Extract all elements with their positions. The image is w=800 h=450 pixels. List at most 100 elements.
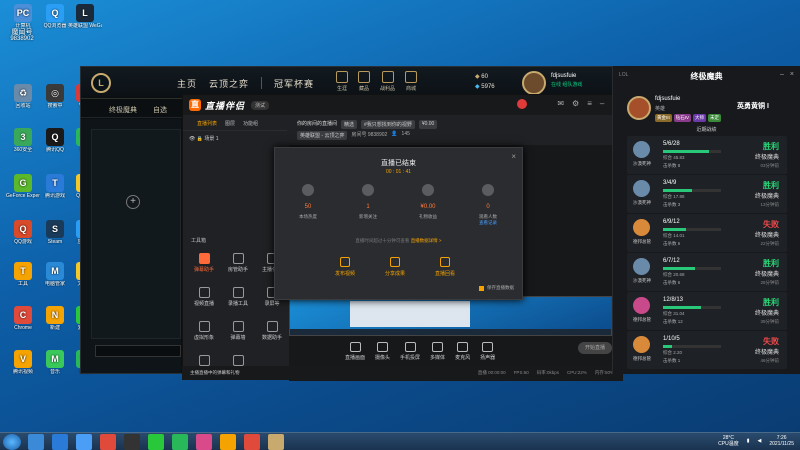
avatar[interactable] bbox=[627, 96, 651, 120]
avatar[interactable] bbox=[522, 71, 546, 95]
action-button[interactable]: 分享成果 bbox=[375, 257, 415, 277]
tool-button[interactable]: 数据助手 bbox=[255, 321, 289, 341]
menu-icon[interactable]: ≡ bbox=[587, 99, 592, 108]
tool-button[interactable]: 弹幕墙 bbox=[221, 321, 255, 341]
toolbar-button[interactable]: 摄像头 bbox=[375, 341, 390, 361]
add-member-icon[interactable]: + bbox=[126, 195, 140, 209]
desktop-icon[interactable]: T 工具 bbox=[6, 262, 40, 287]
chat-input[interactable] bbox=[95, 345, 181, 357]
app-icon: T bbox=[46, 174, 64, 192]
tab-live-list[interactable]: 直播列表 bbox=[197, 117, 217, 130]
lol-tab-custom[interactable]: 自选 bbox=[153, 105, 167, 115]
go-live-button[interactable]: 开始直播 bbox=[578, 342, 612, 354]
taskbar-app[interactable] bbox=[76, 434, 92, 450]
desktop-icon[interactable]: PC 计算机 bbox=[6, 4, 40, 29]
match-time: 03分钟前 bbox=[760, 163, 779, 168]
taskbar-app[interactable] bbox=[244, 434, 260, 450]
close-icon[interactable]: × bbox=[790, 71, 794, 78]
lol-loot-button[interactable]: 战利品 bbox=[380, 71, 395, 92]
score-bar-fill bbox=[663, 345, 672, 348]
desktop-icon[interactable]: ◎ 搜索中 bbox=[38, 84, 72, 109]
weather[interactable]: 28°C CPU温度 bbox=[718, 435, 739, 447]
kill-text: 击杀数 3 bbox=[663, 202, 681, 207]
taskbar-app[interactable] bbox=[100, 434, 116, 450]
desktop-icon[interactable]: Q QQ游戏 bbox=[6, 220, 40, 245]
tool-button[interactable]: 弹幕助手 bbox=[187, 253, 221, 273]
tag[interactable]: #我只想找到你的视野 bbox=[361, 120, 415, 129]
lol-nav-worlds[interactable]: 冠军杯赛 bbox=[274, 77, 314, 90]
desktop-icon[interactable]: V 腾讯视频 bbox=[6, 350, 40, 375]
start-button[interactable] bbox=[3, 434, 21, 450]
avatar[interactable] bbox=[517, 99, 527, 109]
desktop-icon[interactable]: M 音乐 bbox=[38, 350, 72, 375]
match-row[interactable]: 沙漠死神 3/4/9 综合 17.88 击杀数 3 胜利 终极魔典 13分钟前 bbox=[627, 175, 787, 213]
tag[interactable]: 精选 bbox=[341, 120, 358, 129]
room-title[interactable]: 你的房间的直播间 bbox=[297, 120, 337, 129]
lol-tab-ultimate[interactable]: 终极魔典 bbox=[109, 105, 137, 115]
lol-profile-button[interactable]: 生涯 bbox=[336, 71, 348, 92]
score-bar-fill bbox=[663, 306, 701, 309]
tab-layers[interactable]: 图层 bbox=[225, 117, 235, 130]
toolbar-button[interactable]: 手机投屏 bbox=[400, 341, 420, 361]
data-detail-link[interactable]: 直播数据详情 > bbox=[411, 238, 442, 243]
tool-icon bbox=[198, 253, 210, 264]
stat-icon bbox=[302, 184, 314, 196]
view-record-link[interactable]: 查看记录 bbox=[463, 220, 513, 226]
lol-logo[interactable]: L bbox=[91, 73, 111, 93]
toolbar-button[interactable]: 多媒体 bbox=[430, 341, 445, 361]
desktop-icon[interactable]: GGeForce Experience bbox=[6, 174, 40, 199]
taskbar-app[interactable] bbox=[148, 434, 164, 450]
save-data-checkbox[interactable]: 保存直播数据 bbox=[479, 285, 514, 291]
tool-button[interactable]: 房管助手 bbox=[221, 253, 255, 273]
tool-button[interactable]: 视频直播 bbox=[187, 287, 221, 307]
volume-icon[interactable]: ◀ bbox=[757, 438, 761, 444]
taskbar-app[interactable] bbox=[172, 434, 188, 450]
toolbar-button[interactable]: 扬声器 bbox=[480, 341, 495, 361]
match-row[interactable]: 德邦总管 6/9/12 综合 14.01 击杀数 6 失败 终极魔典 22分钟前 bbox=[627, 214, 787, 252]
desktop-icon[interactable]: ♻ 回收站 bbox=[6, 84, 40, 109]
action-button[interactable]: 发布视频 bbox=[325, 257, 365, 277]
mail-icon[interactable]: ✉ bbox=[557, 99, 564, 108]
network-icon[interactable]: ▮ bbox=[747, 438, 750, 444]
match-row[interactable]: 沙漠死神 5/6/28 综合 45.83 击杀数 8 胜利 终极魔典 03分钟前 bbox=[627, 136, 787, 174]
app-icon: ♻ bbox=[14, 84, 32, 102]
minimize-icon[interactable]: – bbox=[600, 99, 604, 108]
score-text: 综合 17.88 bbox=[663, 194, 685, 199]
desktop-icon[interactable]: M 电脑管家 bbox=[38, 262, 72, 287]
match-row[interactable]: 沙漠死神 6/7/12 综合 20.68 击杀数 6 胜利 终极魔典 28分钟前 bbox=[627, 253, 787, 291]
app-icon: C bbox=[14, 306, 32, 324]
lol-nav-home[interactable]: 主页 bbox=[177, 77, 197, 90]
desktop-icon[interactable]: C Chrome bbox=[6, 306, 40, 331]
match-row[interactable]: 德邦总管 12/8/13 综合 31.04 击杀数 12 胜利 终极魔典 39分钟前 bbox=[627, 292, 787, 330]
tool-button[interactable]: 录播工具 bbox=[221, 287, 255, 307]
taskbar-app[interactable] bbox=[220, 434, 236, 450]
taskbar-app[interactable] bbox=[268, 434, 284, 450]
scene-item[interactable]: 👁 🔒 场景 1 bbox=[189, 135, 219, 142]
lol-store-button[interactable]: 商城 bbox=[405, 71, 418, 92]
action-button[interactable]: 直播回看 bbox=[425, 257, 465, 277]
desktop-icon[interactable]: Q QQ浏览器 bbox=[38, 4, 72, 29]
stream-version-badge: 测试 bbox=[251, 101, 270, 110]
taskbar-app[interactable] bbox=[52, 434, 68, 450]
desktop-icon[interactable]: Q 腾讯QQ bbox=[38, 128, 72, 153]
tab-features[interactable]: 功能组 bbox=[243, 117, 258, 130]
lol-nav-tft[interactable]: 云顶之弈 bbox=[209, 77, 249, 90]
match-row[interactable]: 德邦总管 1/10/5 综合 2.20 击杀数 1 失败 终极魔典 46分钟前 bbox=[627, 331, 787, 369]
taskbar-app[interactable] bbox=[28, 434, 44, 450]
desktop-icon[interactable]: L英雄联盟 WeGame版 bbox=[68, 4, 102, 29]
lol-collection-button[interactable]: 藏品 bbox=[358, 71, 370, 92]
desktop-icon[interactable]: 3 360安全 bbox=[6, 128, 40, 153]
minimize-icon[interactable]: – bbox=[780, 71, 784, 78]
clock[interactable]: 7:26 2021/11/25 bbox=[769, 435, 794, 447]
category-badge[interactable]: 英雄联盟 - 云顶之弈 bbox=[297, 131, 348, 140]
settings-icon[interactable]: ⚙ bbox=[572, 99, 579, 108]
toolbar-button[interactable]: 直播画面 bbox=[345, 341, 365, 361]
desktop-icon[interactable]: N 新建 bbox=[38, 306, 72, 331]
desktop-icon[interactable]: T 腾讯游戏 bbox=[38, 174, 72, 199]
desktop-icon[interactable]: S Steam bbox=[38, 220, 72, 245]
taskbar-app[interactable] bbox=[124, 434, 140, 450]
toolbar-button[interactable]: 麦克风 bbox=[455, 341, 470, 361]
tag[interactable]: ¥0.00 bbox=[418, 120, 438, 129]
tool-button[interactable]: 虚拟形象 bbox=[187, 321, 221, 341]
taskbar-app[interactable] bbox=[196, 434, 212, 450]
